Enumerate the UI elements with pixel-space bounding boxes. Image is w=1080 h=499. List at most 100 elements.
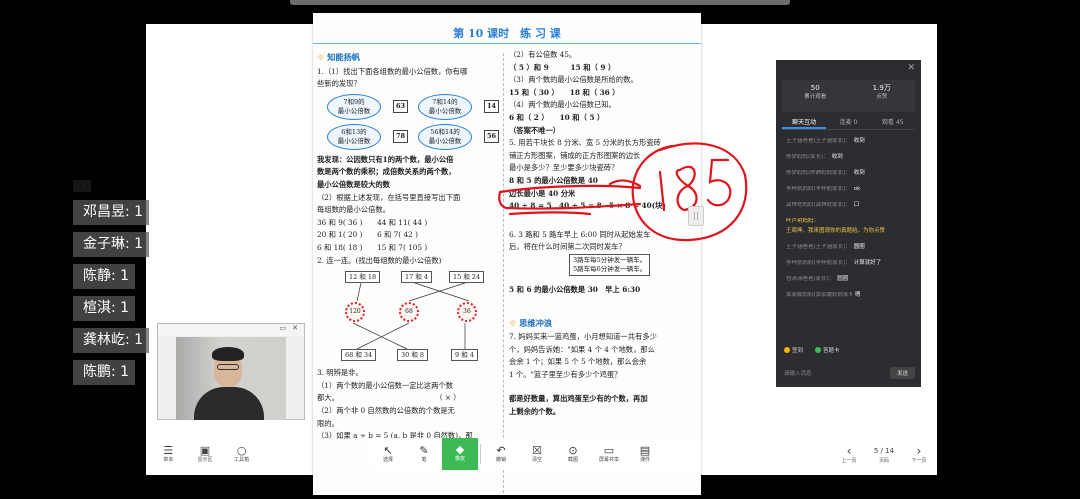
undo-icon: ↶ <box>496 444 506 457</box>
undo-button[interactable]: ↶ 撤销 <box>483 444 519 464</box>
finding-line: 我发现：公因数只有1的两个数，最小公倍 <box>317 154 454 164</box>
answer-5: 40 ÷ 8 = 5 40 ÷ 5 = 8 5 × 8 = 40(块) <box>509 201 666 211</box>
close-icon[interactable]: ✕ <box>292 324 298 336</box>
stats-bar: 50 累计观看 1.9万 点赞 <box>782 80 915 112</box>
lcm-answer: 14 <box>483 100 499 114</box>
question-7-cont: 个，妈妈告诉她："如果 4 个 4 个地数，那么 <box>509 344 655 354</box>
message-text: 王周坤、我来图观你的真题给。为你点赞 <box>786 228 886 234</box>
sender-name: 王子涵爸爸(王子涵家长)： <box>786 138 851 144</box>
ink-annotation-text: 185 <box>0 0 31 4</box>
attendee-item[interactable]: 陈鹏: 1 <box>73 360 136 385</box>
question-5: 5. 用若干块长 8 分米、宽 5 分米的长方形瓷砖 <box>509 138 661 148</box>
chat-message: 李梓航妈妈(李梓航家长)： 计算就好了 <box>786 260 914 267</box>
lcm-answer: 63 <box>392 100 408 114</box>
attendee-item[interactable]: 楦淇: 1 <box>73 296 136 321</box>
connect-diagram: 12 和 18 17 和 4 15 和 24 120 68 36 68 和 34… <box>317 269 499 365</box>
courseware-page[interactable]: 第 10 课时 练 习 课 知能扬帆 1.（1）找出下面各组数的最小公倍数，你有… <box>313 13 701 495</box>
tab-mic[interactable]: 连麦 0 <box>826 116 870 129</box>
top-pair-box: 15 和 24 <box>449 271 485 284</box>
eraser-icon: ◆ <box>455 443 465 456</box>
bubble-row: 6和13的 最小公倍数 78 56和14的 最小公倍数 56 <box>327 123 499 150</box>
section-heading: 思维冲浪 <box>509 317 699 330</box>
attendee-item[interactable]: 陈静: 1 <box>73 264 136 289</box>
send-button[interactable]: 发送 <box>889 366 915 379</box>
menu-label: 菜单 <box>163 457 174 463</box>
tool-label: 屏幕共享 <box>598 457 619 463</box>
right-line: （ 5 ）和 9 15 和（ 9 ） <box>509 62 616 72</box>
question-1-cont: 些新的发现？ <box>317 79 361 89</box>
attendee-item[interactable]: 龚林屹: 1 <box>73 328 150 353</box>
display-label: 显示区 <box>197 457 213 463</box>
screenshot-button[interactable]: ⊙ 截图 <box>555 444 591 464</box>
circle-icon: ○ <box>236 444 247 457</box>
whiteboard-icon: ▣ <box>199 444 211 457</box>
bottom-pair-box: 30 和 8 <box>397 349 429 362</box>
answer-card-button[interactable]: 答题卡 <box>815 346 840 354</box>
q3a-text: 都大。 <box>317 393 339 403</box>
sign-in-label: 签到 <box>792 348 804 354</box>
chat-input-row: 请输入消息 发送 <box>784 365 915 380</box>
tool-label: 撤销 <box>495 457 506 463</box>
webcam-window[interactable]: ▭ ✕ <box>157 323 305 420</box>
next-label: 下一页 <box>911 458 927 464</box>
prev-page-button[interactable]: ‹ 上一页 <box>834 445 864 465</box>
courseware-button[interactable]: ▤ 课件 <box>627 444 663 464</box>
message-text: 计算就好了 <box>853 260 882 266</box>
gear-answer: 36 <box>457 302 477 323</box>
display-button[interactable]: ▣ 显示区 <box>187 440 224 470</box>
page-number: 5 / 14 <box>873 447 895 455</box>
top-drag-bar <box>290 0 790 5</box>
title-rule <box>313 43 701 44</box>
message-text: 收到 <box>831 154 843 160</box>
clear-button[interactable]: ☒ 清空 <box>519 444 555 464</box>
attendee-list: · 邓昌昱: 1 金子琳: 1 陈静: 1 楦淇: 1 龚林屹: 1 陈鹏: 1 <box>73 180 150 392</box>
tool-label: 截图 <box>567 457 578 463</box>
bus-info-line: 3路车每5分钟发一辆车。 <box>573 255 647 264</box>
select-tool-button[interactable]: ↖ 选择 <box>370 444 406 464</box>
question-1-part2-cont: 每组数的最小公倍数。 <box>317 205 390 215</box>
tool-label: 清空 <box>531 457 542 463</box>
toolbox-button[interactable]: ○ 工具箱 <box>223 440 260 470</box>
sender-name: 叶卢玥妈妈： <box>786 218 820 224</box>
right-line: 6 和（ 2 ） 10 和（ 5 ） <box>509 112 605 122</box>
question-7: 7. 妈妈买来一篮鸡蛋，小月想知道一共有多少 <box>509 332 657 342</box>
restore-icon[interactable]: ▭ <box>280 324 287 336</box>
gear-answer: 68 <box>399 302 419 323</box>
sign-in-button[interactable]: 签到 <box>784 346 803 354</box>
eraser-tool-button[interactable]: ◆ 橡皮 <box>442 438 478 470</box>
pen-tool-button[interactable]: ✎ 笔 <box>406 444 442 464</box>
top-pair-box: 12 和 18 <box>345 271 381 284</box>
tab-viewers[interactable]: 观看 45 <box>871 116 915 129</box>
finding-line: 最小公倍数是较大的数 <box>317 179 390 189</box>
sender-name: 包涛涛爸爸(家长)： <box>786 276 835 282</box>
tab-chat[interactable]: 聊天互动 <box>782 116 827 129</box>
prev-label: 上一页 <box>841 458 857 464</box>
annotation-toolbar: ↖ 选择 ✎ 笔 ◆ 橡皮 ↶ 撤销 ☒ 清空 ⊙ 截图 ▭ 屏幕共享 ▤ 课件 <box>370 438 700 470</box>
pen-icon: ✎ <box>419 444 429 457</box>
close-icon[interactable]: ✕ <box>907 63 915 73</box>
pair-row: 36 和 9( 36 ) 44 和 11( 44 ) <box>317 217 428 227</box>
sender-name: 李梓航妈妈(李梓航家长)： <box>786 260 851 266</box>
question-3b-cont: 限的。 <box>317 418 339 428</box>
lcm-answer: 78 <box>392 130 408 144</box>
sign-in-icon <box>784 347 790 353</box>
next-page-button[interactable]: › 下一页 <box>904 445 934 465</box>
tool-label: 笔 <box>421 457 427 463</box>
screen-icon: ▭ <box>603 444 615 457</box>
chat-input[interactable]: 请输入消息 <box>784 369 812 377</box>
bottom-pair-box: 9 和 4 <box>451 349 478 362</box>
screen-share-button[interactable]: ▭ 屏幕共享 <box>591 444 627 464</box>
message-text: 圆圈 <box>837 276 849 282</box>
right-line: （4）两个数的最小公倍数已知。 <box>509 100 616 110</box>
finding-line: 数是两个数的乘积；成倍数关系的两个数， <box>317 167 456 177</box>
page-handle[interactable]: || <box>688 206 704 226</box>
menu-button[interactable]: ☰ 菜单 <box>150 440 187 470</box>
attendee-item[interactable]: 邓昌昱: 1 <box>73 200 150 225</box>
right-line: （答案不唯一） <box>509 125 561 135</box>
chat-message: 陈梦妈妈(陈静妈妈家长)： 收到 <box>786 170 914 177</box>
attendee-item[interactable]: 金子琳: 1 <box>73 232 150 257</box>
left-column: 知能扬帆 1.（1）找出下面各组数的最小公倍数，你有哪 些新的发现？ 7和9的 … <box>317 49 499 455</box>
lcm-bubble: 56和14的 最小公倍数 <box>418 123 472 150</box>
attendee-item: · <box>73 180 91 192</box>
chat-message: 龚林屹妈妈(龚林屹家长)：口 <box>786 202 914 209</box>
